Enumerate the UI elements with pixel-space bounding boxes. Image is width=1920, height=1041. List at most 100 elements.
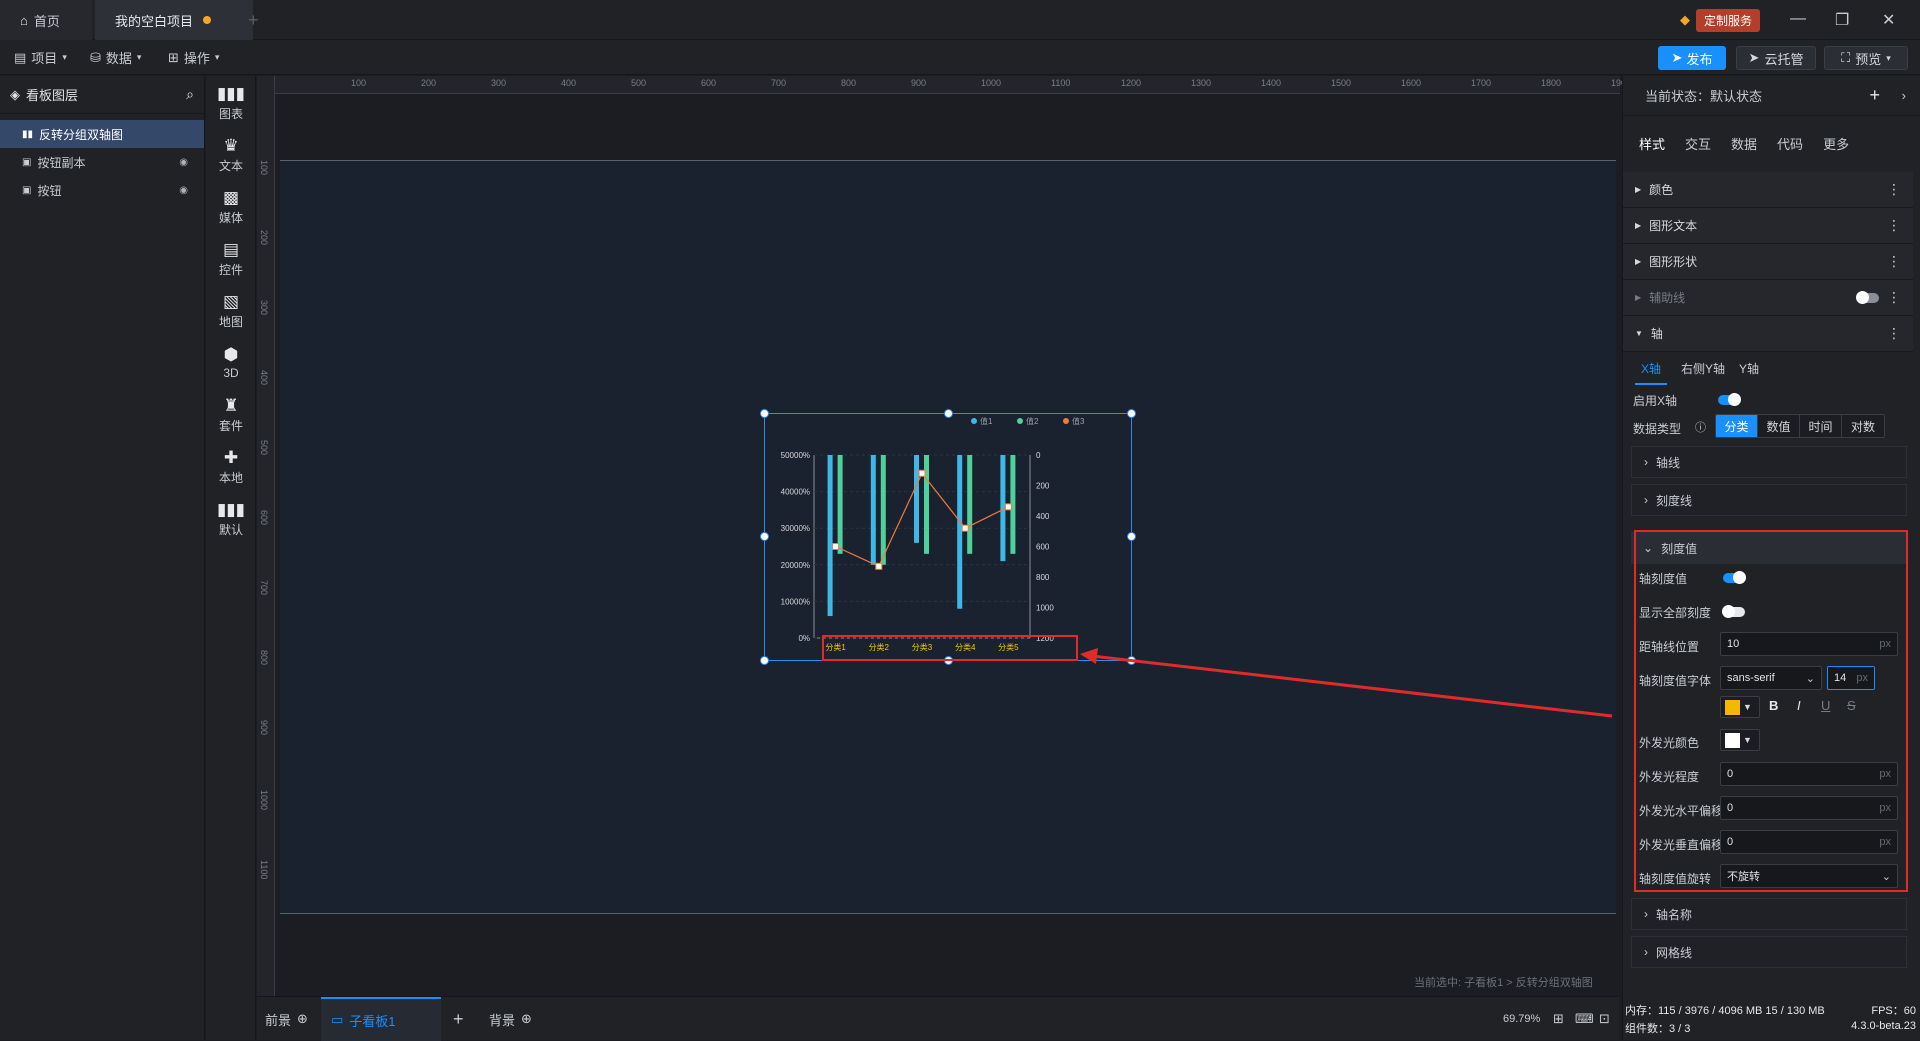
subsection-axis-name[interactable]: › 轴名称 <box>1631 898 1907 930</box>
close-icon[interactable]: ✕ <box>1882 10 1895 30</box>
component-map[interactable]: ▧ 地图 <box>206 284 256 338</box>
publish-button[interactable]: ➤ 发布 <box>1658 46 1726 70</box>
state-header: 当前状态：默认状态 + › <box>1623 76 1920 116</box>
section-shape-text[interactable]: ▶ 图形文本 ⋮ <box>1623 208 1913 244</box>
layer-item[interactable]: ▣ 按钮 ◉ <box>0 176 204 204</box>
component-local[interactable]: ✚ 本地 <box>206 440 256 494</box>
data-type-log[interactable]: 对数 <box>1842 415 1884 437</box>
tick-value-highlight <box>1634 530 1908 892</box>
add-circle-icon[interactable]: ⊕ <box>297 1011 308 1027</box>
tab-data[interactable]: 数据 <box>1731 134 1757 153</box>
zoom-level[interactable]: 69.79% <box>1503 997 1540 1041</box>
caret-right-icon: ▶ <box>1635 185 1642 194</box>
section-aux-line[interactable]: ▶ 辅助线 ⋮ <box>1623 280 1913 316</box>
version-label: 4.3.0-beta.23 <box>1851 1020 1916 1032</box>
fullscreen-icon: ⛶ <box>1841 50 1851 65</box>
chevron-down-icon: ▾ <box>62 52 67 62</box>
subsection-axis-line[interactable]: › 轴线 <box>1631 446 1907 478</box>
ruler-tick-label: 600 <box>259 510 269 526</box>
resize-handle[interactable] <box>1127 409 1136 418</box>
axis-tab-right-y[interactable]: 右侧Y轴 <box>1681 360 1725 385</box>
keyboard-icon[interactable]: ⌨ <box>1575 997 1594 1041</box>
component-label: 地图 <box>218 314 243 329</box>
eye-icon[interactable]: ◉ <box>179 185 188 196</box>
more-icon[interactable]: ⋮ <box>1887 217 1901 234</box>
axis-labels-highlight <box>822 635 1078 661</box>
selection-box <box>760 409 1136 665</box>
component-kit[interactable]: ♜ 套件 <box>206 388 256 442</box>
resize-handle[interactable] <box>944 409 953 418</box>
component-chart[interactable]: ▮▮▮ 图表 <box>206 76 256 130</box>
resize-handle[interactable] <box>760 409 769 418</box>
tab-home[interactable]: ⌂ 首页 <box>0 0 92 40</box>
fit-screen-icon[interactable]: ⊞ <box>1553 997 1564 1041</box>
custom-service-button[interactable]: ◆ 定制服务 <box>1680 8 1761 32</box>
layer-item[interactable]: ▣ 按钮副本 ◉ <box>0 148 204 176</box>
search-icon[interactable]: ⌕ <box>186 86 194 103</box>
more-icon[interactable]: ⋮ <box>1887 253 1901 270</box>
preview-label: 预览 <box>1855 51 1882 67</box>
help-icon[interactable]: ⓘ <box>1695 419 1706 435</box>
add-board-button[interactable]: + <box>453 997 464 1041</box>
data-type-value[interactable]: 数值 <box>1758 415 1800 437</box>
add-state-button[interactable]: + <box>1869 85 1880 106</box>
chevron-right-icon[interactable]: › <box>1902 88 1906 103</box>
restore-icon[interactable]: ❐ <box>1835 10 1849 30</box>
component-default[interactable]: ▮▮▮ 默认 <box>206 492 256 546</box>
section-label: 颜色 <box>1649 183 1674 197</box>
vertical-ruler: 100 200 300 400 500 600 700 800 900 1000 1100 <box>257 76 275 996</box>
new-tab-button[interactable]: + <box>248 10 259 31</box>
menu-operate[interactable]: ⊞ 操作 ▾ <box>168 48 219 67</box>
home-icon: ⌂ <box>20 12 28 28</box>
component-media[interactable]: ▩ 媒体 <box>206 180 256 234</box>
section-color[interactable]: ▶ 颜色 ⋮ <box>1623 172 1913 208</box>
minimize-icon[interactable]: — <box>1790 10 1806 28</box>
ruler-tick-label: 700 <box>771 78 787 88</box>
layer-item[interactable]: ▮▮ 反转分组双轴图 <box>0 120 204 148</box>
resize-handle[interactable] <box>760 656 769 665</box>
aux-line-toggle[interactable] <box>1856 291 1879 304</box>
data-type-time[interactable]: 时间 <box>1800 415 1842 437</box>
subsection-tick-line[interactable]: › 刻度线 <box>1631 484 1907 516</box>
tab-code[interactable]: 代码 <box>1777 134 1803 153</box>
layer-label: 按钮副本 <box>37 155 86 170</box>
resize-handle[interactable] <box>760 532 769 541</box>
data-type-category[interactable]: 分类 <box>1716 415 1758 437</box>
component-control[interactable]: ▤ 控件 <box>206 232 256 286</box>
cloud-host-button[interactable]: ➤ 云托管 <box>1736 46 1816 70</box>
axis-tab-x[interactable]: X轴 <box>1635 360 1668 385</box>
axis-tab-y[interactable]: Y轴 <box>1739 360 1759 385</box>
menu-project[interactable]: ▤ 项目 ▾ <box>14 48 67 67</box>
tab-home-label: 首页 <box>33 13 60 29</box>
resize-handle[interactable] <box>1127 532 1136 541</box>
monitor-icon: ▭ <box>331 1012 344 1027</box>
more-icon[interactable]: ⋮ <box>1887 325 1901 342</box>
layers-icon: ◈ <box>10 86 20 102</box>
subsection-grid-line[interactable]: › 网格线 <box>1631 936 1907 968</box>
background-tab[interactable]: 背景 ⊕ <box>489 997 532 1041</box>
tab-interaction[interactable]: 交互 <box>1685 134 1711 153</box>
section-shape-form[interactable]: ▶ 图形形状 ⋮ <box>1623 244 1913 280</box>
eye-icon[interactable]: ◉ <box>179 157 188 168</box>
subboard-tab[interactable]: ▭ 子看板1 <box>321 997 441 1041</box>
ruler-tick-label: 100 <box>259 160 269 176</box>
component-count: 组件数：3 / 3 <box>1625 1023 1691 1035</box>
tab-project[interactable]: 我的空白项目 <box>95 0 253 40</box>
component-text[interactable]: ♛ 文本 <box>206 128 256 182</box>
ruler-tick-label: 900 <box>259 720 269 736</box>
component-3d[interactable]: ⬢ 3D <box>206 336 256 390</box>
ruler-tick-label: 1200 <box>1121 78 1142 88</box>
enable-x-toggle[interactable] <box>1718 393 1741 406</box>
component-label: 控件 <box>218 262 243 277</box>
more-icon[interactable]: ⋮ <box>1887 289 1901 306</box>
add-circle-icon[interactable]: ⊕ <box>521 1011 532 1027</box>
foreground-tab[interactable]: 前景 ⊕ <box>265 997 308 1041</box>
more-icon[interactable]: ⋮ <box>1887 181 1901 198</box>
tab-more[interactable]: 更多 <box>1823 134 1849 153</box>
preview-button[interactable]: ⛶ 预览 ▾ <box>1824 46 1908 70</box>
chevron-down-icon: ▾ <box>1886 52 1891 63</box>
menu-data[interactable]: ⛁ 数据 ▾ <box>90 48 141 67</box>
terminal-icon[interactable]: ⊡ <box>1599 997 1610 1041</box>
tab-style[interactable]: 样式 <box>1639 134 1665 153</box>
section-axis[interactable]: ▼ 轴 ⋮ <box>1623 316 1913 352</box>
